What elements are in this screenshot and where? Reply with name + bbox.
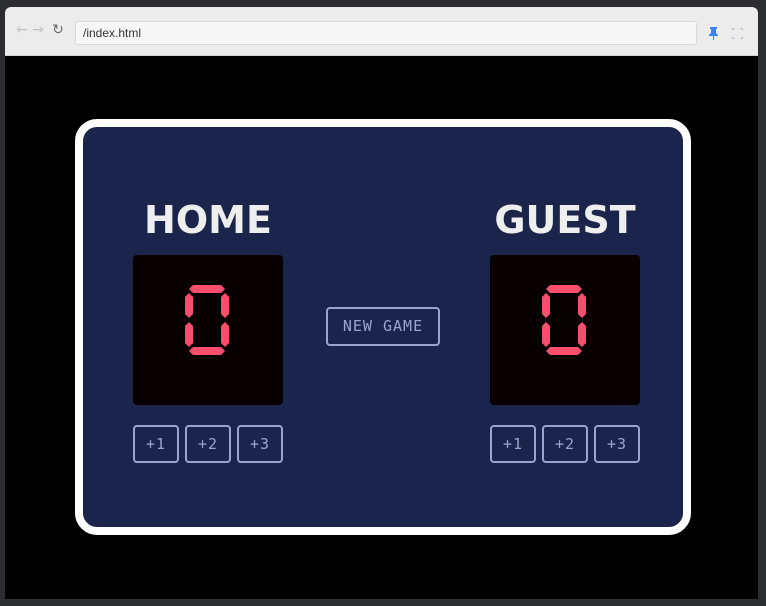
back-arrow-icon[interactable]: ← (15, 23, 29, 37)
guest-team-name: GUEST (494, 198, 636, 242)
pin-icon[interactable] (708, 27, 719, 40)
guest-score-digit (542, 285, 586, 355)
fullscreen-icon[interactable] (732, 28, 743, 39)
new-game-button[interactable]: NEW GAME (326, 307, 440, 346)
home-add-2-button[interactable]: +2 (185, 425, 231, 463)
home-score-digit (185, 285, 229, 355)
guest-score-display: 0 (490, 255, 640, 405)
guest-add-2-button[interactable]: +2 (542, 425, 588, 463)
home-score-display: 0 (133, 255, 283, 405)
reload-icon[interactable]: ↻ (51, 23, 65, 37)
home-add-3-button[interactable]: +3 (237, 425, 283, 463)
guest-add-1-button[interactable]: +1 (490, 425, 536, 463)
address-bar[interactable]: /index.html (75, 21, 697, 45)
home-add-1-button[interactable]: +1 (133, 425, 179, 463)
home-team-name: HOME (144, 198, 272, 242)
guest-add-3-button[interactable]: +3 (594, 425, 640, 463)
home-add-buttons: +1 +2 +3 (133, 425, 283, 463)
guest-add-buttons: +1 +2 +3 (490, 425, 640, 463)
scoreboard: HOME 0 +1 +2 +3 NEW GAME GUEST (75, 119, 691, 535)
browser-window: ← → ↻ /index.html HOME 0 (5, 7, 758, 599)
forward-arrow-icon[interactable]: → (31, 23, 45, 37)
browser-toolbar: ← → ↻ /index.html (5, 7, 758, 56)
